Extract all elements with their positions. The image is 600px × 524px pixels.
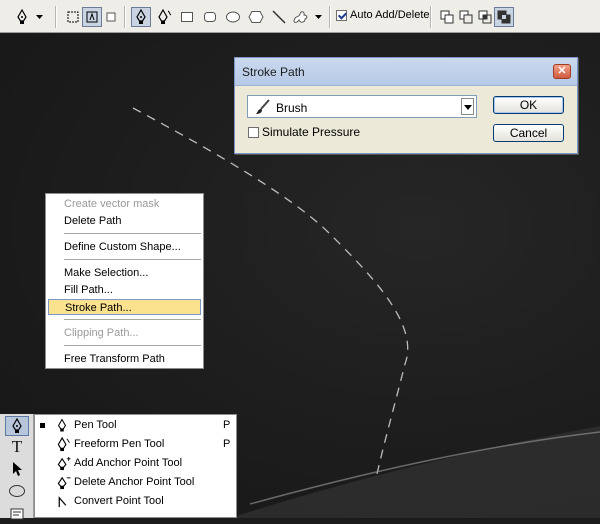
separator [329,6,331,28]
tool-select-value: Brush [276,101,308,115]
pen-tool-flyout: Pen Tool P Freeform Pen Tool P Add Ancho… [34,414,237,518]
flyout-item-add-anchor-point-tool[interactable]: Add Anchor Point Tool [35,454,236,473]
menu-separator [64,233,201,234]
paths-mode-icon[interactable] [82,7,102,27]
convert-point-icon [56,494,70,512]
stroke-path-dialog: Stroke Path ✕ Brush Simulate Pressure OK… [234,57,578,154]
menu-item-create-vector-mask[interactable]: Create vector mask [46,196,203,212]
active-tool-bullet-icon [40,423,45,428]
flyout-item-freeform-pen-tool[interactable]: Freeform Pen Tool P [35,435,236,454]
flyout-item-label: Convert Point Tool [74,495,164,507]
dialog-title-bar[interactable]: Stroke Path ✕ [235,58,577,86]
freeform-pen-icon [56,436,72,455]
menu-item-free-transform-path[interactable]: Free Transform Path [46,351,203,367]
line-tool-icon[interactable] [269,7,289,27]
simulate-pressure-label: Simulate Pressure [262,125,361,139]
menu-item-clipping-path[interactable]: Clipping Path... [46,325,203,341]
tools-panel: T [0,414,34,520]
flyout-item-label: Delete Anchor Point Tool [74,476,195,488]
pen-tool-icon[interactable] [131,7,151,27]
separator [55,6,57,28]
polygon-tool-icon[interactable] [246,7,266,27]
auto-add-delete-checkbox[interactable] [336,9,347,21]
menu-separator [64,259,201,260]
menu-item-make-selection[interactable]: Make Selection... [46,265,203,281]
flyout-item-shortcut: P [223,438,231,450]
combine-exclude-icon[interactable] [494,7,514,27]
combine-subtract-icon[interactable] [456,7,476,27]
custom-shape-dropdown-arrow-icon[interactable] [313,7,325,27]
auto-add-delete-label: Auto Add/Delete [350,9,430,21]
flyout-item-label: Freeform Pen Tool [74,438,165,450]
pen-tool-preset-icon[interactable] [12,7,32,27]
ellipse-shape-tool-icon[interactable] [5,481,29,501]
pen-icon [56,418,68,436]
path-context-menu: Create vector mask Delete Path Define Cu… [45,193,204,369]
pen-tool-icon[interactable] [5,416,29,436]
combine-intersect-icon[interactable] [475,7,495,27]
fill-pixels-icon[interactable] [101,7,121,27]
custom-shape-tool-icon[interactable] [291,7,311,27]
flyout-item-pen-tool[interactable]: Pen Tool P [35,416,236,435]
flyout-item-convert-point-tool[interactable]: Convert Point Tool [35,492,236,511]
simulate-pressure-checkbox[interactable] [248,126,259,138]
shape-layers-icon[interactable] [63,7,83,27]
separator [430,6,432,28]
rounded-rectangle-tool-icon[interactable] [200,7,220,27]
freeform-pen-icon[interactable] [155,7,175,27]
rectangle-tool-icon[interactable] [177,7,197,27]
delete-anchor-icon [56,475,72,493]
cancel-button[interactable]: Cancel [493,124,564,142]
notes-tool-icon[interactable] [5,504,29,524]
chevron-down-icon[interactable] [461,98,474,115]
flyout-item-shortcut: P [223,419,231,431]
menu-item-delete-path[interactable]: Delete Path [46,213,203,229]
preset-dropdown-arrow-icon[interactable] [34,7,46,27]
add-anchor-icon [56,456,72,474]
auto-add-delete-checkbox-group[interactable]: Auto Add/Delete [336,9,430,21]
type-tool-icon[interactable]: T [5,437,29,457]
flyout-item-label: Add Anchor Point Tool [74,457,183,469]
simulate-pressure-group[interactable]: Simulate Pressure [248,125,360,139]
menu-separator [64,319,201,320]
menu-item-define-custom-shape[interactable]: Define Custom Shape... [46,239,203,255]
flyout-item-label: Pen Tool [74,419,117,431]
brush-icon [255,99,271,118]
ok-button[interactable]: OK [493,96,564,114]
separator [124,6,126,28]
options-bar: Auto Add/Delete [0,0,600,33]
tool-select[interactable]: Brush [247,95,477,118]
menu-separator [64,345,201,346]
menu-item-stroke-path[interactable]: Stroke Path... [48,299,201,315]
close-icon[interactable]: ✕ [553,64,571,79]
flyout-item-delete-anchor-point-tool[interactable]: Delete Anchor Point Tool [35,473,236,492]
menu-item-fill-path[interactable]: Fill Path... [46,282,203,298]
ellipse-tool-icon[interactable] [223,7,243,27]
combine-add-icon[interactable] [437,7,457,27]
dialog-title: Stroke Path [242,65,305,79]
path-selection-tool-icon[interactable] [5,459,29,479]
